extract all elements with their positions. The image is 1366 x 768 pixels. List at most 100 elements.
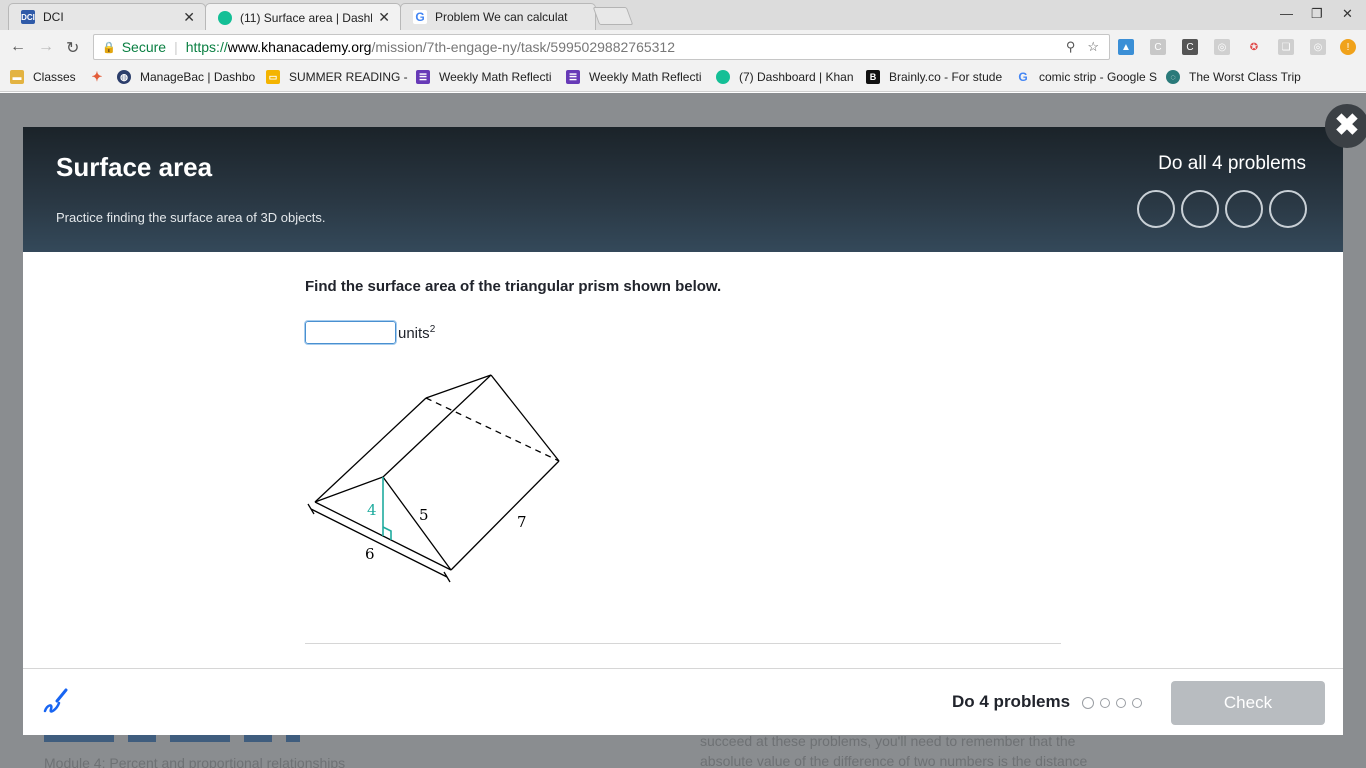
footer-progress-dots (1082, 697, 1142, 709)
question-text: Find the surface area of the triangular … (305, 278, 722, 295)
dimension-tick (307, 503, 315, 515)
tab-title: Problem We can calculat (435, 10, 568, 24)
exercise-subtitle: Practice finding the surface area of 3D … (56, 210, 326, 225)
pinwheel-icon: ✦ (91, 69, 103, 84)
zoom-icon[interactable]: ⚲ (1066, 39, 1076, 55)
bookmark-classes[interactable]: ▬ Classes (10, 70, 76, 84)
bookmark-summer-reading[interactable]: ▭ SUMMER READING - (266, 70, 408, 84)
tab-title: DCI (43, 10, 64, 24)
brainly-icon: B (866, 70, 880, 84)
progress-circle (1225, 190, 1263, 228)
units-label: units2 (398, 324, 435, 342)
browser-toolbar: ← → ↻ 🔒 Secure | https:// www.khanacadem… (0, 30, 1366, 64)
managebac-icon: ◍ (117, 70, 131, 84)
tab-problem[interactable]: G Problem We can calculat (400, 3, 596, 30)
google-icon: G (413, 10, 427, 24)
base-label: 6 (365, 545, 375, 563)
address-bar[interactable]: 🔒 Secure | https:// www.khanacademy.org … (93, 34, 1110, 60)
bookmark-star-icon[interactable]: ☆ (1087, 39, 1099, 55)
new-tab-button[interactable] (592, 7, 634, 25)
forward-icon[interactable]: → (38, 38, 54, 56)
progress-circle (1181, 190, 1219, 228)
prism-edge (490, 374, 560, 462)
slides-icon: ▭ (266, 70, 280, 84)
window-close-icon[interactable]: ✕ (1342, 6, 1353, 22)
restore-icon[interactable]: ❐ (1311, 6, 1323, 22)
prism-edge (382, 374, 492, 478)
answer-input[interactable] (304, 320, 397, 345)
bookmark-label: The Worst Class Trip (1189, 70, 1301, 84)
progress-circle (1269, 190, 1307, 228)
extension-gray-icon[interactable]: ◎ (1214, 39, 1230, 55)
prism-edge (450, 460, 560, 571)
close-modal-button[interactable]: ✖ (1325, 104, 1366, 148)
reload-icon[interactable]: ↻ (66, 38, 79, 58)
back-icon[interactable]: ← (10, 38, 26, 56)
extension-red-icon[interactable]: ✪ (1246, 39, 1262, 55)
bookmark-weekly-math-1[interactable]: ☰ Weekly Math Reflecti (416, 70, 551, 84)
tab-strip: DCI DCI ✕ (11) Surface area | Dashb ✕ G … (0, 0, 1366, 31)
tab-dci[interactable]: DCI DCI ✕ (8, 3, 206, 30)
prism-edge (425, 374, 492, 399)
dci-icon: DCI (21, 10, 35, 24)
check-button[interactable]: Check (1171, 681, 1325, 725)
lock-icon: 🔒 (102, 41, 116, 54)
bookmark-managebac[interactable]: ◍ ManageBac | Dashbo (117, 70, 255, 84)
extension-c-icon[interactable]: C (1150, 39, 1166, 55)
google-icon: G (1018, 70, 1028, 84)
bookmark-label: Weekly Math Reflecti (439, 70, 552, 84)
bookmark-brainly[interactable]: B Brainly.co - For stude (866, 70, 1002, 84)
extension-c-dark-icon[interactable]: C (1182, 39, 1198, 55)
bookmark-khan-dashboard[interactable]: (7) Dashboard | Khan (716, 70, 854, 84)
khan-icon (716, 70, 730, 84)
length-label: 7 (517, 513, 527, 531)
tab-surface-area[interactable]: (11) Surface area | Dashb ✕ (205, 3, 401, 31)
close-tab-icon[interactable]: ✕ (183, 9, 195, 26)
url-path: /mission/7th-engage-ny/task/599502988276… (371, 39, 675, 55)
khan-academy-icon (218, 10, 232, 25)
background-text: succeed at these problems, you'll need t… (700, 733, 1076, 749)
address-divider: | (174, 39, 178, 55)
hidden-edge (425, 397, 560, 462)
prism-edge (382, 476, 452, 571)
progress-dot (1082, 697, 1094, 709)
bookmark-label: Brainly.co - For stude (889, 70, 1003, 84)
bookmarks-bar: ▬ Classes ✦ ◍ ManageBac | Dashbo ▭ SUMME… (0, 64, 1366, 92)
height-label: 4 (367, 501, 377, 519)
progress-dot (1100, 698, 1110, 708)
extension-circle-icon[interactable]: ◎ (1310, 39, 1326, 55)
bookmark-label: SUMMER READING - (289, 70, 408, 84)
bookmark-label: comic strip - Google S (1039, 70, 1158, 84)
extension-copy-icon[interactable]: ❏ (1278, 39, 1294, 55)
modal-footer: Do 4 problems Check (23, 668, 1343, 735)
units-text: units (398, 325, 430, 342)
menu-alert-icon[interactable]: ! (1340, 39, 1356, 55)
progress-circles (1137, 190, 1307, 228)
minimize-icon[interactable]: — (1280, 6, 1293, 21)
modal-header: Surface area Practice finding the surfac… (23, 127, 1343, 252)
background-progress-bars (44, 734, 300, 742)
background-text: absolute value of the difference of two … (700, 753, 1088, 768)
close-tab-icon[interactable]: ✕ (378, 9, 390, 26)
extension-drive-icon[interactable]: ▲ (1118, 39, 1134, 55)
prism-edge (314, 476, 384, 503)
bookmark-pinwheel[interactable]: ✦ (90, 69, 113, 84)
units-exponent: 2 (429, 324, 436, 335)
slant-label: 5 (419, 506, 429, 524)
bookmark-label: ManageBac | Dashbo (140, 70, 256, 84)
bookmark-comic-strip[interactable]: G comic strip - Google S (1016, 70, 1157, 84)
exercise-title: Surface area (56, 152, 213, 182)
progress-dot (1132, 698, 1142, 708)
dimension-tick (443, 571, 451, 583)
bookmark-weekly-math-2[interactable]: ☰ Weekly Math Reflecti (566, 70, 701, 84)
background-module-title: Module 4: Percent and proportional relat… (44, 755, 346, 768)
url-host: www.khanacademy.org (227, 39, 372, 55)
form-icon: ☰ (566, 70, 580, 84)
scratchpad-pencil-icon[interactable] (41, 687, 69, 717)
bookmark-label: (7) Dashboard | Khan (739, 70, 854, 84)
tab-title: (11) Surface area | Dashb (240, 10, 373, 25)
bookmark-label: Weekly Math Reflecti (589, 70, 702, 84)
circle-icon: ◌ (1166, 70, 1180, 84)
prism-edge (314, 397, 427, 503)
bookmark-worst-class-trip[interactable]: ◌ The Worst Class Trip (1166, 70, 1301, 84)
